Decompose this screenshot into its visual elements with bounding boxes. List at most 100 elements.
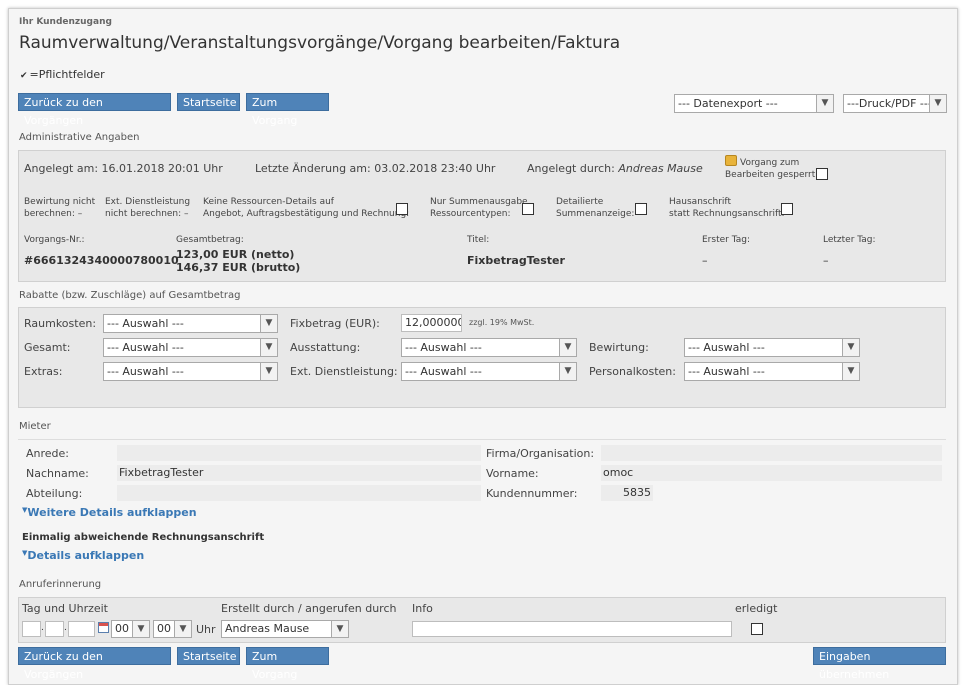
chevron-down-icon: ▼ — [132, 621, 149, 637]
back-to-cases-button[interactable]: Zurück zu den Vorgängen — [18, 93, 171, 127]
chevron-down-icon: ▼ — [331, 621, 348, 637]
hour-select[interactable]: 00 ▼ — [111, 620, 150, 638]
creator-select[interactable]: Andreas Mause ▼ — [221, 620, 349, 638]
first-day-value: – — [702, 254, 708, 267]
flag-catering: Bewirtung nicht berechnen: – — [24, 197, 96, 219]
discount-panel: Raumkosten: --- Auswahl --- ▼ Fixbetrag (… — [18, 307, 946, 408]
staff-cost-label: Personalkosten: — [589, 365, 676, 378]
total-discount-label: Gesamt: — [24, 341, 71, 354]
ext-service-select[interactable]: --- Auswahl --- ▼ — [401, 362, 577, 381]
room-cost-select[interactable]: --- Auswahl --- ▼ — [103, 314, 278, 333]
admin-panel: Angelegt am: 16.01.2018 20:01 Uhr Letzte… — [18, 150, 946, 282]
chevron-down-icon: ▼ — [842, 363, 859, 380]
last-changed: Letzte Änderung am: 03.02.2018 23:40 Uhr — [255, 162, 496, 175]
no-resource-details-checkbox[interactable] — [396, 203, 408, 215]
chevron-down-icon: ▼ — [929, 95, 946, 112]
total-amount-label: Gesamtbetrag: — [176, 235, 244, 245]
catering-select[interactable]: --- Auswahl --- ▼ — [684, 338, 860, 357]
chevron-down-icon: ▼ — [559, 363, 576, 380]
company-label: Firma/Organisation: — [486, 447, 595, 460]
date-separator: . — [41, 623, 44, 633]
chevron-down-icon: ▼ — [816, 95, 833, 112]
sum-only-checkbox[interactable] — [522, 203, 534, 215]
start-page-button[interactable]: Startseite — [177, 93, 240, 111]
flag-home-address: Hausanschrift statt Rechnungsanschrift: — [669, 197, 785, 219]
flag-ext-service: Ext. Dienstleistung nicht berechnen: – — [105, 197, 191, 219]
case-number-label: Vorgangs-Nr.: — [24, 235, 85, 245]
page-title: Raumverwaltung/Veranstaltungsvorgänge/Vo… — [19, 33, 621, 53]
fixed-amount-input[interactable]: 12,000000 — [401, 314, 462, 332]
to-case-button-bottom[interactable]: Zum Vorgang — [246, 647, 329, 681]
staff-cost-select[interactable]: --- Auswahl --- ▼ — [684, 362, 860, 381]
created-by-label: Erstellt durch / angerufen durch — [221, 602, 397, 615]
required-hint: ✔ =Pflichtfelder — [20, 68, 105, 81]
date-separator: . — [64, 623, 67, 633]
main-frame: Ihr Kundenzugang Raumverwaltung/Veransta… — [8, 8, 958, 685]
created-by: Angelegt durch: Andreas Mause — [527, 162, 703, 175]
lastname-field[interactable]: FixbetragTester — [117, 465, 481, 481]
billing-details-link[interactable]: ▼Details aufklappen — [22, 549, 144, 562]
year-input[interactable] — [68, 621, 95, 637]
chevron-down-icon: ▼ — [842, 339, 859, 356]
lock-line1: Vorgang zum — [740, 158, 800, 168]
start-page-button-bottom[interactable]: Startseite — [177, 647, 240, 665]
portal-label: Ihr Kundenzugang — [19, 17, 112, 27]
day-input[interactable] — [22, 621, 41, 637]
equipment-select[interactable]: --- Auswahl --- ▼ — [401, 338, 577, 357]
billing-address-title: Einmalig abweichende Rechnungsanschrift — [22, 532, 265, 543]
more-details-link[interactable]: ▼Weitere Details aufklappen — [22, 506, 197, 519]
home-address-checkbox[interactable] — [781, 203, 793, 215]
firstname-label: Vorname: — [486, 467, 539, 480]
chevron-down-icon: ▼ — [559, 339, 576, 356]
equipment-label: Ausstattung: — [290, 341, 361, 354]
flag-detailed-sum: Detailierte Summenanzeige: — [556, 197, 635, 219]
created-at: Angelegt am: 16.01.2018 20:01 Uhr — [24, 162, 223, 175]
chevron-down-icon: ▼ — [260, 315, 277, 332]
print-pdf-select[interactable]: ---Druck/PDF --- ▼ — [843, 94, 947, 113]
total-discount-select[interactable]: --- Auswahl --- ▼ — [103, 338, 278, 357]
total-amount-value: 123,00 EUR (netto) 146,37 EUR (brutto) — [176, 248, 301, 274]
chevron-down-icon: ▼ — [260, 363, 277, 380]
tenant-divider — [18, 439, 946, 440]
data-export-select[interactable]: --- Datenexport --- ▼ — [674, 94, 834, 113]
title-value: FixbetragTester — [467, 254, 565, 267]
detailed-sum-checkbox[interactable] — [635, 203, 647, 215]
month-input[interactable] — [45, 621, 64, 637]
flag-sum-only: Nur Summenausgabe Ressourcentypen: — [430, 197, 528, 219]
department-field[interactable] — [117, 485, 481, 501]
first-day-label: Erster Tag: — [702, 235, 750, 245]
minute-select[interactable]: 00 ▼ — [153, 620, 192, 638]
firstname-field[interactable]: omoc — [601, 465, 942, 481]
calendar-icon[interactable] — [98, 622, 109, 633]
ext-service-label: Ext. Dienstleistung: — [290, 365, 398, 378]
customer-number-field[interactable]: 5835 — [601, 485, 653, 501]
admin-section-title: Administrative Angaben — [19, 132, 140, 143]
last-day-label: Letzter Tag: — [823, 235, 876, 245]
discount-section-title: Rabatte (bzw. Zuschläge) auf Gesamtbetra… — [19, 290, 241, 301]
info-label: Info — [412, 602, 433, 615]
company-field[interactable] — [601, 445, 942, 461]
title-label: Titel: — [467, 235, 490, 245]
tenant-section-title: Mieter — [19, 421, 51, 432]
last-day-value: – — [823, 254, 829, 267]
salutation-field[interactable] — [117, 445, 481, 461]
chevron-down-icon: ▼ — [174, 621, 191, 637]
extras-label: Extras: — [24, 365, 63, 378]
salutation-label: Anrede: — [26, 447, 70, 460]
date-time-label: Tag und Uhrzeit — [22, 602, 108, 615]
lastname-label: Nachname: — [26, 467, 89, 480]
extras-select[interactable]: --- Auswahl --- ▼ — [103, 362, 278, 381]
to-case-button[interactable]: Zum Vorgang — [246, 93, 329, 127]
submit-button[interactable]: Eingaben übernehmen — [813, 647, 946, 681]
fixed-amount-note: zzgl. 19% MwSt. — [469, 318, 535, 327]
info-input[interactable] — [412, 621, 732, 637]
back-to-cases-button-bottom[interactable]: Zurück zu den Vorgängen — [18, 647, 171, 681]
room-cost-label: Raumkosten: — [24, 317, 97, 330]
chevron-down-icon: ▼ — [260, 339, 277, 356]
case-locked-checkbox[interactable] — [816, 168, 828, 180]
catering-label: Bewirtung: — [589, 341, 649, 354]
done-checkbox[interactable] — [751, 623, 763, 635]
callback-section-title: Anruferinnerung — [19, 579, 102, 590]
done-label: erledigt — [735, 602, 778, 615]
callback-panel: Tag und Uhrzeit Erstellt durch / angeruf… — [18, 597, 946, 643]
